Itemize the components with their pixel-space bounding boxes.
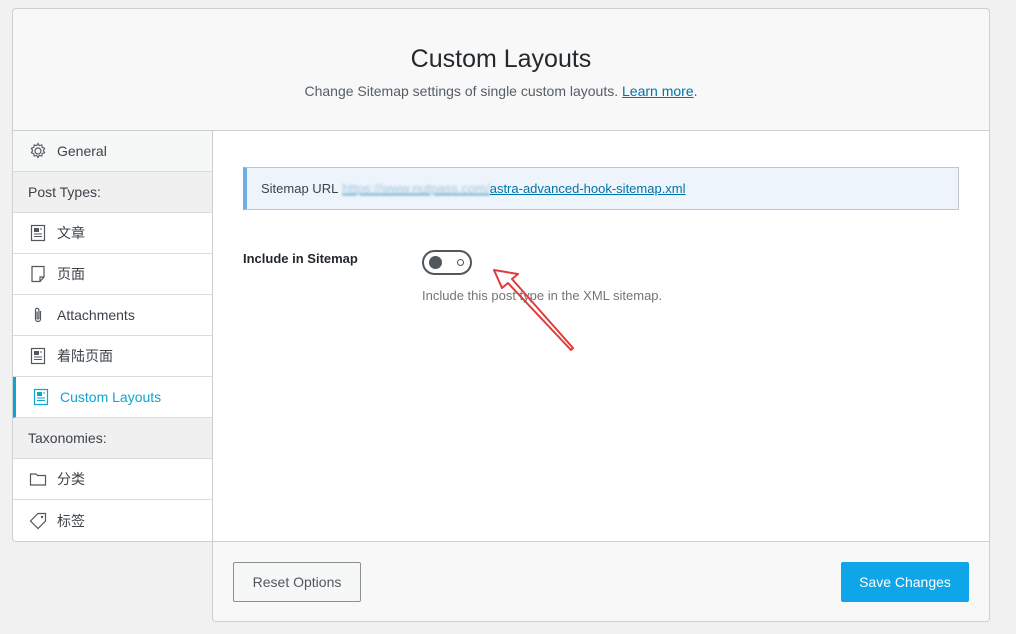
- heading-label: Taxonomies:: [28, 430, 107, 446]
- sidebar-item-custom-layouts[interactable]: Custom Layouts: [13, 377, 212, 418]
- page-subtitle: Change Sitemap settings of single custom…: [13, 83, 989, 99]
- sidebar-item-label: 着陆页面: [57, 348, 113, 364]
- sitemap-url-path: astra-advanced-hook-sitemap.xml: [489, 181, 686, 196]
- settings-footer: Reset Options Save Changes: [212, 541, 990, 622]
- include-in-sitemap-label: Include in Sitemap: [243, 251, 358, 266]
- sidebar-item-label: Custom Layouts: [60, 389, 162, 405]
- sidebar-item-attachments[interactable]: Attachments: [13, 295, 212, 336]
- sidebar: General Post Types: 文章 页面 Attachments 着陆…: [12, 130, 213, 542]
- post-icon: [28, 346, 48, 366]
- sidebar-item-general[interactable]: General: [13, 131, 212, 172]
- sidebar-item-categories[interactable]: 分类: [13, 459, 212, 500]
- taxonomies-heading: Taxonomies:: [13, 418, 212, 459]
- paperclip-icon: [28, 305, 48, 325]
- sidebar-item-page[interactable]: 页面: [13, 254, 212, 295]
- gear-icon: [28, 141, 48, 161]
- sitemap-url-blurred: https://www.nutpass.com/: [342, 181, 490, 196]
- page-header: Custom Layouts Change Sitemap settings o…: [12, 8, 990, 131]
- sidebar-item-label: 分类: [57, 471, 85, 487]
- include-in-sitemap-description: Include this post type in the XML sitema…: [422, 288, 663, 303]
- include-in-sitemap-toggle[interactable]: [422, 250, 472, 275]
- sidebar-item-label: 标签: [57, 512, 85, 529]
- sidebar-item-label: 页面: [57, 266, 85, 282]
- post-icon: [28, 223, 48, 243]
- sidebar-item-tags[interactable]: 标签: [13, 500, 212, 541]
- folder-icon: [28, 469, 48, 489]
- sidebar-item-label: General: [57, 143, 107, 159]
- sitemap-url-notice: Sitemap URL https://www.nutpass.com/astr…: [243, 167, 959, 210]
- subtitle-text: Change Sitemap settings of single custom…: [304, 83, 619, 99]
- sidebar-item-post[interactable]: 文章: [13, 213, 212, 254]
- sidebar-item-label: Attachments: [57, 307, 135, 323]
- layout-icon: [31, 387, 51, 407]
- toggle-off-indicator: [457, 259, 464, 266]
- subtitle-period: .: [693, 83, 698, 99]
- save-changes-button[interactable]: Save Changes: [841, 562, 969, 602]
- learn-more-link[interactable]: Learn more: [622, 83, 694, 99]
- toggle-knob: [429, 256, 442, 269]
- sitemap-url-link[interactable]: https://www.nutpass.com/astra-advanced-h…: [342, 181, 685, 196]
- settings-content: Sitemap URL https://www.nutpass.com/astr…: [212, 130, 990, 542]
- sidebar-item-landing-pages[interactable]: 着陆页面: [13, 336, 212, 377]
- heading-label: Post Types:: [28, 184, 101, 200]
- settings-panel: Custom Layouts Change Sitemap settings o…: [12, 8, 990, 622]
- page-title: Custom Layouts: [410, 45, 592, 73]
- tag-icon: [28, 511, 48, 531]
- post-types-heading: Post Types:: [13, 172, 212, 213]
- sitemap-url-label: Sitemap URL: [261, 181, 339, 196]
- reset-options-button[interactable]: Reset Options: [233, 562, 361, 602]
- sidebar-item-label: 文章: [57, 225, 85, 241]
- page-icon: [28, 264, 48, 284]
